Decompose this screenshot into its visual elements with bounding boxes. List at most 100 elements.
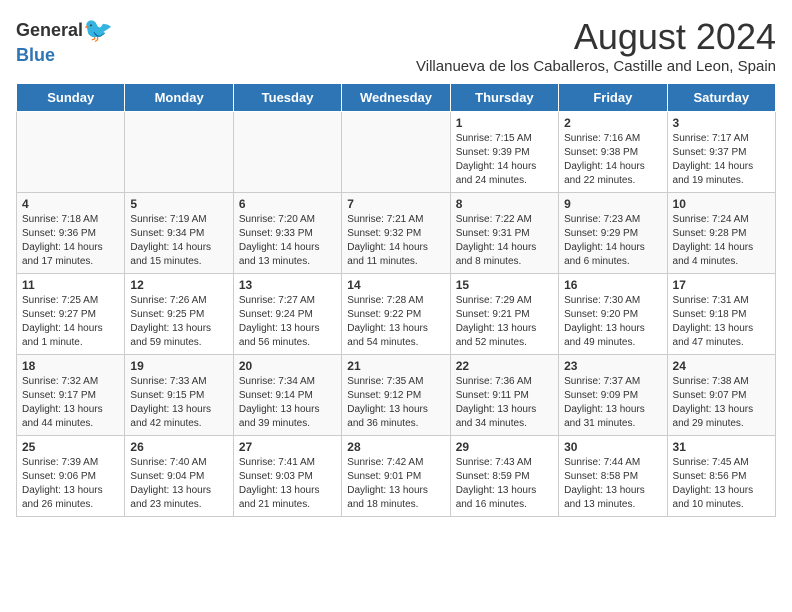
day-cell-3: 3 Sunrise: 7:17 AM Sunset: 9:37 PM Daylig… <box>667 112 775 193</box>
day-content: Sunrise: 7:22 AM Sunset: 9:31 PM Dayligh… <box>456 213 553 269</box>
day-cell-25: 25Sunrise: 7:39 AM Sunset: 9:06 PM Dayli… <box>17 436 125 517</box>
day-number: 20 <box>239 359 336 373</box>
day-number: 22 <box>456 359 553 373</box>
day-cell-13: 13Sunrise: 7:27 AM Sunset: 9:24 PM Dayli… <box>233 274 341 355</box>
logo: General 🐦 Blue <box>16 16 113 66</box>
day-content: Sunrise: 7:19 AM Sunset: 9:34 PM Dayligh… <box>130 213 227 269</box>
day-cell-12: 12 Sunrise: 7:26 AM Sunset: 9:25 PM Dayli… <box>125 274 233 355</box>
day-number: 2 <box>564 116 661 130</box>
day-cell-14: 14Sunrise: 7:28 AM Sunset: 9:22 PM Dayli… <box>342 274 450 355</box>
empty-cell <box>125 112 233 193</box>
day-content: Sunrise: 7:35 AM Sunset: 9:12 PM Dayligh… <box>347 375 444 431</box>
day-cell-2: 2 Sunrise: 7:16 AM Sunset: 9:38 PM Daylig… <box>559 112 667 193</box>
day-cell-15: 15 Sunrise: 7:29 AM Sunset: 9:21 PM Dayli… <box>450 274 558 355</box>
day-number: 11 <box>22 278 119 292</box>
column-header-wednesday: Wednesday <box>342 84 450 112</box>
week-row-4: 18 Sunrise: 7:32 AM Sunset: 9:17 PM Dayli… <box>17 355 776 436</box>
day-cell-30: 30Sunrise: 7:44 AM Sunset: 8:58 PM Dayli… <box>559 436 667 517</box>
empty-cell <box>17 112 125 193</box>
day-cell-31: 31 Sunrise: 7:45 AM Sunset: 8:56 PM Dayli… <box>667 436 775 517</box>
day-content: Sunrise: 7:31 AM Sunset: 9:18 PM Dayligh… <box>673 294 770 350</box>
day-content: Sunrise: 7:42 AM Sunset: 9:01 PM Dayligh… <box>347 456 444 512</box>
day-content: Sunrise: 7:27 AM Sunset: 9:24 PM Dayligh… <box>239 294 336 350</box>
day-number: 21 <box>347 359 444 373</box>
day-number: 27 <box>239 440 336 454</box>
day-number: 12 <box>130 278 227 292</box>
day-cell-16: 16 Sunrise: 7:30 AM Sunset: 9:20 PM Dayli… <box>559 274 667 355</box>
column-header-saturday: Saturday <box>667 84 775 112</box>
logo-general: General <box>16 20 83 41</box>
day-content: Sunrise: 7:39 AM Sunset: 9:06 PM Dayligh… <box>22 456 119 512</box>
day-cell-6: 6Sunrise: 7:20 AM Sunset: 9:33 PM Daylig… <box>233 193 341 274</box>
day-content: Sunrise: 7:17 AM Sunset: 9:37 PM Dayligh… <box>673 132 770 188</box>
day-cell-26: 26 Sunrise: 7:40 AM Sunset: 9:04 PM Dayli… <box>125 436 233 517</box>
calendar-header: SundayMondayTuesdayWednesdayThursdayFrid… <box>17 84 776 112</box>
day-number: 3 <box>673 116 770 130</box>
day-cell-10: 10Sunrise: 7:24 AM Sunset: 9:28 PM Dayli… <box>667 193 775 274</box>
day-content: Sunrise: 7:16 AM Sunset: 9:38 PM Dayligh… <box>564 132 661 188</box>
day-content: Sunrise: 7:40 AM Sunset: 9:04 PM Dayligh… <box>130 456 227 512</box>
day-number: 24 <box>673 359 770 373</box>
day-content: Sunrise: 7:21 AM Sunset: 9:32 PM Dayligh… <box>347 213 444 269</box>
day-cell-18: 18 Sunrise: 7:32 AM Sunset: 9:17 PM Dayli… <box>17 355 125 436</box>
day-content: Sunrise: 7:43 AM Sunset: 8:59 PM Dayligh… <box>456 456 553 512</box>
day-number: 31 <box>673 440 770 454</box>
day-cell-7: 7 Sunrise: 7:21 AM Sunset: 9:32 PM Daylig… <box>342 193 450 274</box>
day-number: 8 <box>456 197 553 211</box>
day-content: Sunrise: 7:15 AM Sunset: 9:39 PM Dayligh… <box>456 132 553 188</box>
day-content: Sunrise: 7:41 AM Sunset: 9:03 PM Dayligh… <box>239 456 336 512</box>
day-number: 1 <box>456 116 553 130</box>
week-row-5: 25Sunrise: 7:39 AM Sunset: 9:06 PM Dayli… <box>17 436 776 517</box>
day-cell-17: 17 Sunrise: 7:31 AM Sunset: 9:18 PM Dayli… <box>667 274 775 355</box>
day-content: Sunrise: 7:32 AM Sunset: 9:17 PM Dayligh… <box>22 375 119 431</box>
day-number: 18 <box>22 359 119 373</box>
day-cell-5: 5 Sunrise: 7:19 AM Sunset: 9:34 PM Daylig… <box>125 193 233 274</box>
day-content: Sunrise: 7:23 AM Sunset: 9:29 PM Dayligh… <box>564 213 661 269</box>
day-content: Sunrise: 7:30 AM Sunset: 9:20 PM Dayligh… <box>564 294 661 350</box>
day-cell-29: 29Sunrise: 7:43 AM Sunset: 8:59 PM Dayli… <box>450 436 558 517</box>
day-cell-9: 9 Sunrise: 7:23 AM Sunset: 9:29 PM Daylig… <box>559 193 667 274</box>
day-cell-19: 19Sunrise: 7:33 AM Sunset: 9:15 PM Dayli… <box>125 355 233 436</box>
day-number: 19 <box>130 359 227 373</box>
day-content: Sunrise: 7:25 AM Sunset: 9:27 PM Dayligh… <box>22 294 119 350</box>
day-cell-4: 4Sunrise: 7:18 AM Sunset: 9:36 PM Daylig… <box>17 193 125 274</box>
calendar-table: SundayMondayTuesdayWednesdayThursdayFrid… <box>16 83 776 517</box>
day-number: 14 <box>347 278 444 292</box>
day-cell-20: 20Sunrise: 7:34 AM Sunset: 9:14 PM Dayli… <box>233 355 341 436</box>
column-header-sunday: Sunday <box>17 84 125 112</box>
day-number: 23 <box>564 359 661 373</box>
day-number: 7 <box>347 197 444 211</box>
day-cell-11: 11 Sunrise: 7:25 AM Sunset: 9:27 PM Dayli… <box>17 274 125 355</box>
title-area: August 2024 Villanueva de los Caballeros… <box>416 16 776 75</box>
main-title: August 2024 <box>416 16 776 58</box>
day-number: 15 <box>456 278 553 292</box>
day-number: 16 <box>564 278 661 292</box>
day-content: Sunrise: 7:45 AM Sunset: 8:56 PM Dayligh… <box>673 456 770 512</box>
day-number: 17 <box>673 278 770 292</box>
day-number: 30 <box>564 440 661 454</box>
day-cell-1: 1 Sunrise: 7:15 AM Sunset: 9:39 PM Daylig… <box>450 112 558 193</box>
column-header-tuesday: Tuesday <box>233 84 341 112</box>
day-content: Sunrise: 7:24 AM Sunset: 9:28 PM Dayligh… <box>673 213 770 269</box>
day-number: 5 <box>130 197 227 211</box>
header: General 🐦 Blue August 2024 Villanueva de… <box>16 16 776 75</box>
day-content: Sunrise: 7:20 AM Sunset: 9:33 PM Dayligh… <box>239 213 336 269</box>
column-header-thursday: Thursday <box>450 84 558 112</box>
subtitle: Villanueva de los Caballeros, Castille a… <box>416 58 776 75</box>
calendar-body: 1 Sunrise: 7:15 AM Sunset: 9:39 PM Daylig… <box>17 112 776 517</box>
day-content: Sunrise: 7:29 AM Sunset: 9:21 PM Dayligh… <box>456 294 553 350</box>
day-cell-22: 22Sunrise: 7:36 AM Sunset: 9:11 PM Dayli… <box>450 355 558 436</box>
week-row-3: 11 Sunrise: 7:25 AM Sunset: 9:27 PM Dayli… <box>17 274 776 355</box>
day-cell-23: 23Sunrise: 7:37 AM Sunset: 9:09 PM Dayli… <box>559 355 667 436</box>
day-number: 28 <box>347 440 444 454</box>
day-number: 9 <box>564 197 661 211</box>
day-content: Sunrise: 7:26 AM Sunset: 9:25 PM Dayligh… <box>130 294 227 350</box>
day-cell-28: 28 Sunrise: 7:42 AM Sunset: 9:01 PM Dayli… <box>342 436 450 517</box>
header-row: SundayMondayTuesdayWednesdayThursdayFrid… <box>17 84 776 112</box>
logo-blue: Blue <box>16 45 55 66</box>
day-content: Sunrise: 7:38 AM Sunset: 9:07 PM Dayligh… <box>673 375 770 431</box>
column-header-friday: Friday <box>559 84 667 112</box>
day-number: 26 <box>130 440 227 454</box>
logo-bird-icon: 🐦 <box>83 16 113 45</box>
day-cell-21: 21 Sunrise: 7:35 AM Sunset: 9:12 PM Dayli… <box>342 355 450 436</box>
